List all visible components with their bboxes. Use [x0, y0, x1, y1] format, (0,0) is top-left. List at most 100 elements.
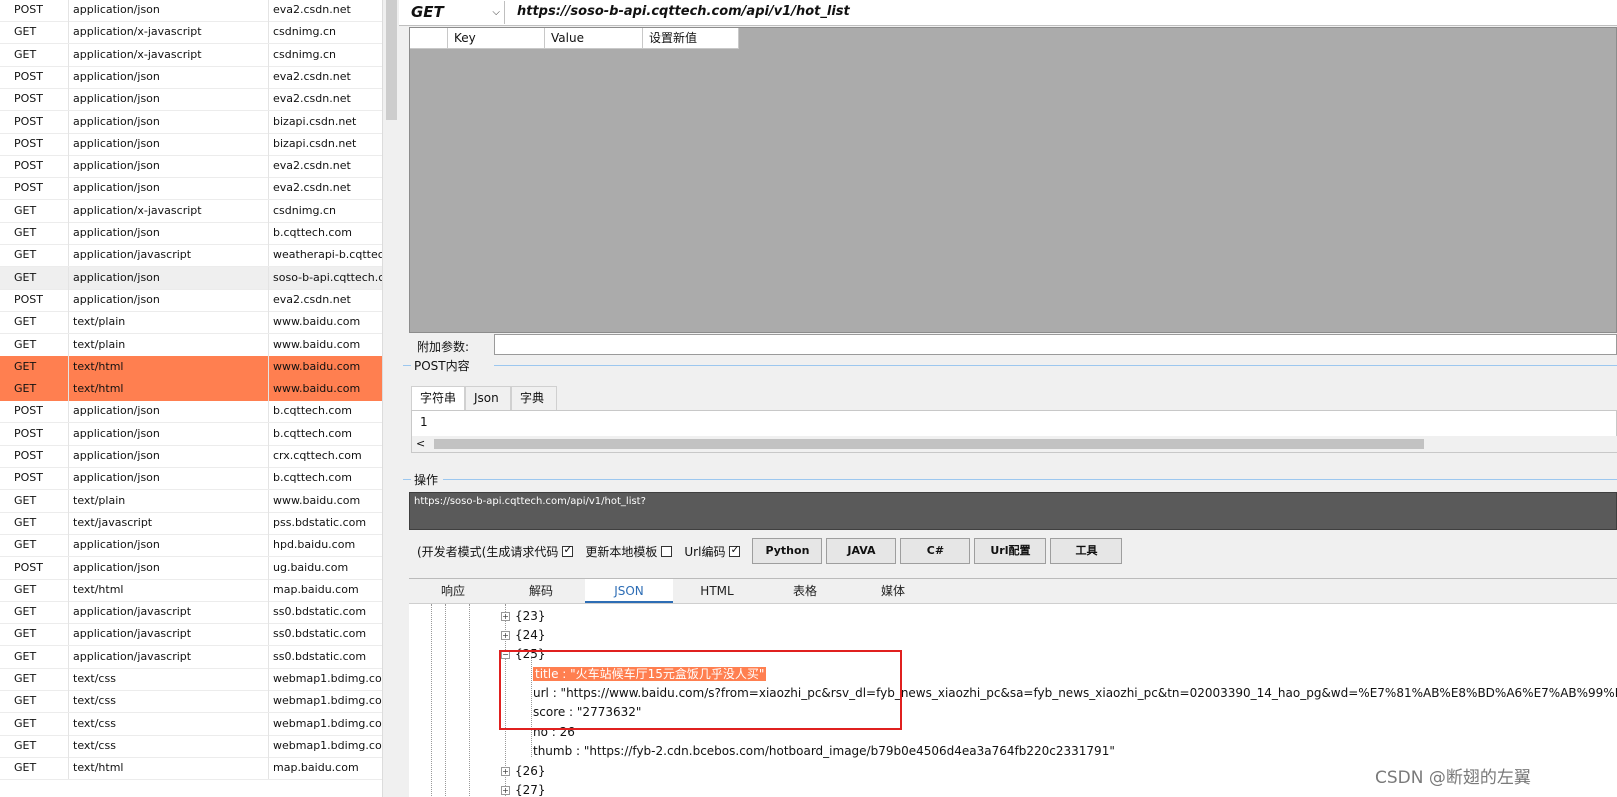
request-host: soso-b-api.cqttech.cor [268, 266, 382, 289]
request-row[interactable]: GET text/css webmap1.bdimg.com [0, 712, 382, 736]
request-host: webmap1.bdimg.com [268, 668, 382, 690]
request-host: weatherapi-b.cqttech. [268, 244, 382, 267]
request-row[interactable]: GET text/html map.baidu.com [0, 757, 382, 781]
extra-params-input[interactable] [494, 334, 1617, 355]
request-row[interactable]: POST application/json ug.baidu.com [0, 556, 382, 580]
csharp-button[interactable]: C# [900, 538, 971, 564]
params-header-key[interactable]: Key [448, 28, 545, 49]
request-method: GET [14, 538, 37, 552]
request-row[interactable]: GET application/x-javascript csdnimg.cn [0, 199, 382, 223]
request-row[interactable]: GET text/html www.baidu.com [0, 355, 382, 379]
request-row[interactable]: GET text/html map.baidu.com [0, 578, 382, 602]
request-content-type: application/json [68, 534, 268, 557]
tab-media[interactable]: 媒体 [849, 579, 937, 603]
request-row[interactable]: POST application/json b.cqttech.com [0, 422, 382, 446]
request-row[interactable]: POST application/json eva2.csdn.net [0, 88, 382, 112]
tree-node-27[interactable]: {27} [515, 781, 546, 797]
request-row[interactable]: GET text/css webmap1.bdimg.com [0, 690, 382, 714]
request-row[interactable]: GET application/jsonsoso-b-api.cqttech.co… [0, 266, 382, 290]
tab-response[interactable]: 响应 [409, 579, 497, 603]
params-table[interactable]: Key Value 设置新值 [409, 27, 1617, 333]
request-host: webmap1.bdimg.com [268, 734, 382, 757]
request-row[interactable]: GET application/javascript ss0.bdstatic.co… [0, 601, 382, 625]
request-row[interactable]: GET application/json b.cqttech.com [0, 222, 382, 245]
request-host: eva2.csdn.net [268, 155, 382, 178]
method-select[interactable]: GET ⌵ [409, 1, 505, 24]
request-row[interactable]: POST application/json bizapi.csdn.net [0, 132, 382, 156]
tree-node-23[interactable]: {23} [515, 607, 546, 625]
tree-node-24[interactable]: {24} [515, 626, 546, 644]
request-host: ug.baidu.com [268, 556, 382, 579]
update-template-checkbox[interactable] [661, 545, 673, 557]
tree-guide-line [431, 604, 432, 797]
tab-table[interactable]: 表格 [761, 579, 849, 603]
request-row[interactable]: POST application/json eva2.csdn.net [0, 155, 382, 179]
scrollbar-thumb[interactable] [434, 439, 1424, 449]
request-row[interactable]: GET application/javascript ss0.bdstatic.co… [0, 645, 382, 669]
request-row[interactable]: GET text/plain www.baidu.com [0, 489, 382, 513]
request-row[interactable]: POST application/json eva2.csdn.net [0, 65, 382, 89]
tree-guide-line [445, 604, 446, 797]
request-row[interactable]: GET application/x-javascript csdnimg.cn [0, 43, 382, 67]
java-button[interactable]: JAVA [826, 538, 897, 564]
request-row[interactable]: POST application/json crx.cqttech.com [0, 445, 382, 468]
update-template-label: 更新本地模板 [585, 544, 658, 559]
request-method: GET [14, 605, 37, 619]
request-content-type: application/javascript [68, 244, 268, 267]
params-header-new-value[interactable]: 设置新值 [643, 28, 739, 49]
editor-hscrollbar[interactable]: < [412, 436, 1617, 452]
request-content-type: application/json [68, 556, 268, 579]
request-row[interactable]: POST application/json eva2.csdn.net [0, 177, 382, 201]
request-row[interactable]: POST application/json b.cqttech.com [0, 400, 382, 424]
request-row[interactable]: GET text/javascript pss.bdstatic.com [0, 511, 382, 535]
request-host: bizapi.csdn.net [268, 110, 382, 133]
request-host: csdnimg.cn [268, 21, 382, 44]
url-encode-checkbox[interactable] [729, 543, 741, 557]
request-row[interactable]: GET application/javascript weatherapi-b.cq… [0, 244, 382, 268]
post-body-editor[interactable]: 1 < [411, 410, 1617, 453]
tab-dict[interactable]: 字典 [511, 386, 558, 410]
tab-html[interactable]: HTML [673, 579, 761, 603]
generated-url-box[interactable]: https://soso-b-api.cqttech.com/api/v1/ho… [409, 492, 1617, 530]
request-content-type: application/json [68, 400, 268, 423]
tools-button[interactable]: 工具 [1050, 538, 1123, 564]
request-row[interactable]: GET text/plain www.baidu.com [0, 311, 382, 335]
scrollbar-thumb[interactable] [386, 0, 397, 120]
request-row[interactable]: POST application/json eva2.csdn.net [0, 288, 382, 312]
params-header-value[interactable]: Value [545, 28, 643, 49]
tab-string[interactable]: 字符串 [411, 386, 466, 410]
expand-icon[interactable]: + [501, 767, 510, 776]
request-row[interactable]: GET application/x-javascript csdnimg.cn [0, 21, 382, 45]
tab-json-view[interactable]: JSON [585, 579, 673, 603]
expand-icon[interactable]: + [501, 786, 510, 795]
tree-node-26[interactable]: {26} [515, 762, 546, 780]
tab-decode[interactable]: 解码 [497, 579, 585, 603]
request-method: POST [14, 69, 43, 83]
request-row[interactable]: POST application/json b.cqttech.com [0, 467, 382, 491]
expand-icon[interactable]: + [501, 631, 510, 640]
request-content-type: application/x-javascript [68, 199, 268, 222]
request-list-scrollbar[interactable] [382, 0, 399, 797]
request-method: GET [14, 761, 37, 775]
request-host: eva2.csdn.net [268, 65, 382, 88]
request-row[interactable]: GET application/javascript ss0.bdstatic.co… [0, 623, 382, 647]
request-row[interactable]: GET text/css webmap1.bdimg.com [0, 668, 382, 691]
request-content-type: text/html [68, 578, 268, 601]
request-row[interactable]: GET text/html www.baidu.com [0, 378, 382, 402]
request-content-type: application/json [68, 288, 268, 311]
tree-leaf-thumb[interactable]: thumb : "https://fyb-2.cdn.bcebos.com/ho… [533, 742, 1115, 760]
url-input[interactable]: https://soso-b-api.cqttech.com/api/v1/ho… [517, 1, 1607, 23]
request-row[interactable]: GET text/plain www.baidu.com [0, 333, 382, 357]
chevron-left-icon[interactable]: < [416, 436, 425, 452]
expand-icon[interactable]: + [501, 612, 510, 621]
request-row[interactable]: GET text/css webmap1.bdimg.com [0, 734, 382, 758]
dev-mode-checkbox[interactable] [562, 543, 574, 557]
url-config-button[interactable]: Url配置 [974, 538, 1047, 564]
request-row[interactable]: GET application/json hpd.baidu.com [0, 534, 382, 558]
request-row[interactable]: POST application/json bizapi.csdn.net [0, 110, 382, 134]
request-method: POST [14, 159, 43, 173]
python-button[interactable]: Python [752, 538, 823, 564]
request-row[interactable]: POST application/json eva2.csdn.net [0, 0, 382, 22]
request-method: GET [14, 515, 37, 529]
tab-json[interactable]: Json [465, 386, 512, 410]
